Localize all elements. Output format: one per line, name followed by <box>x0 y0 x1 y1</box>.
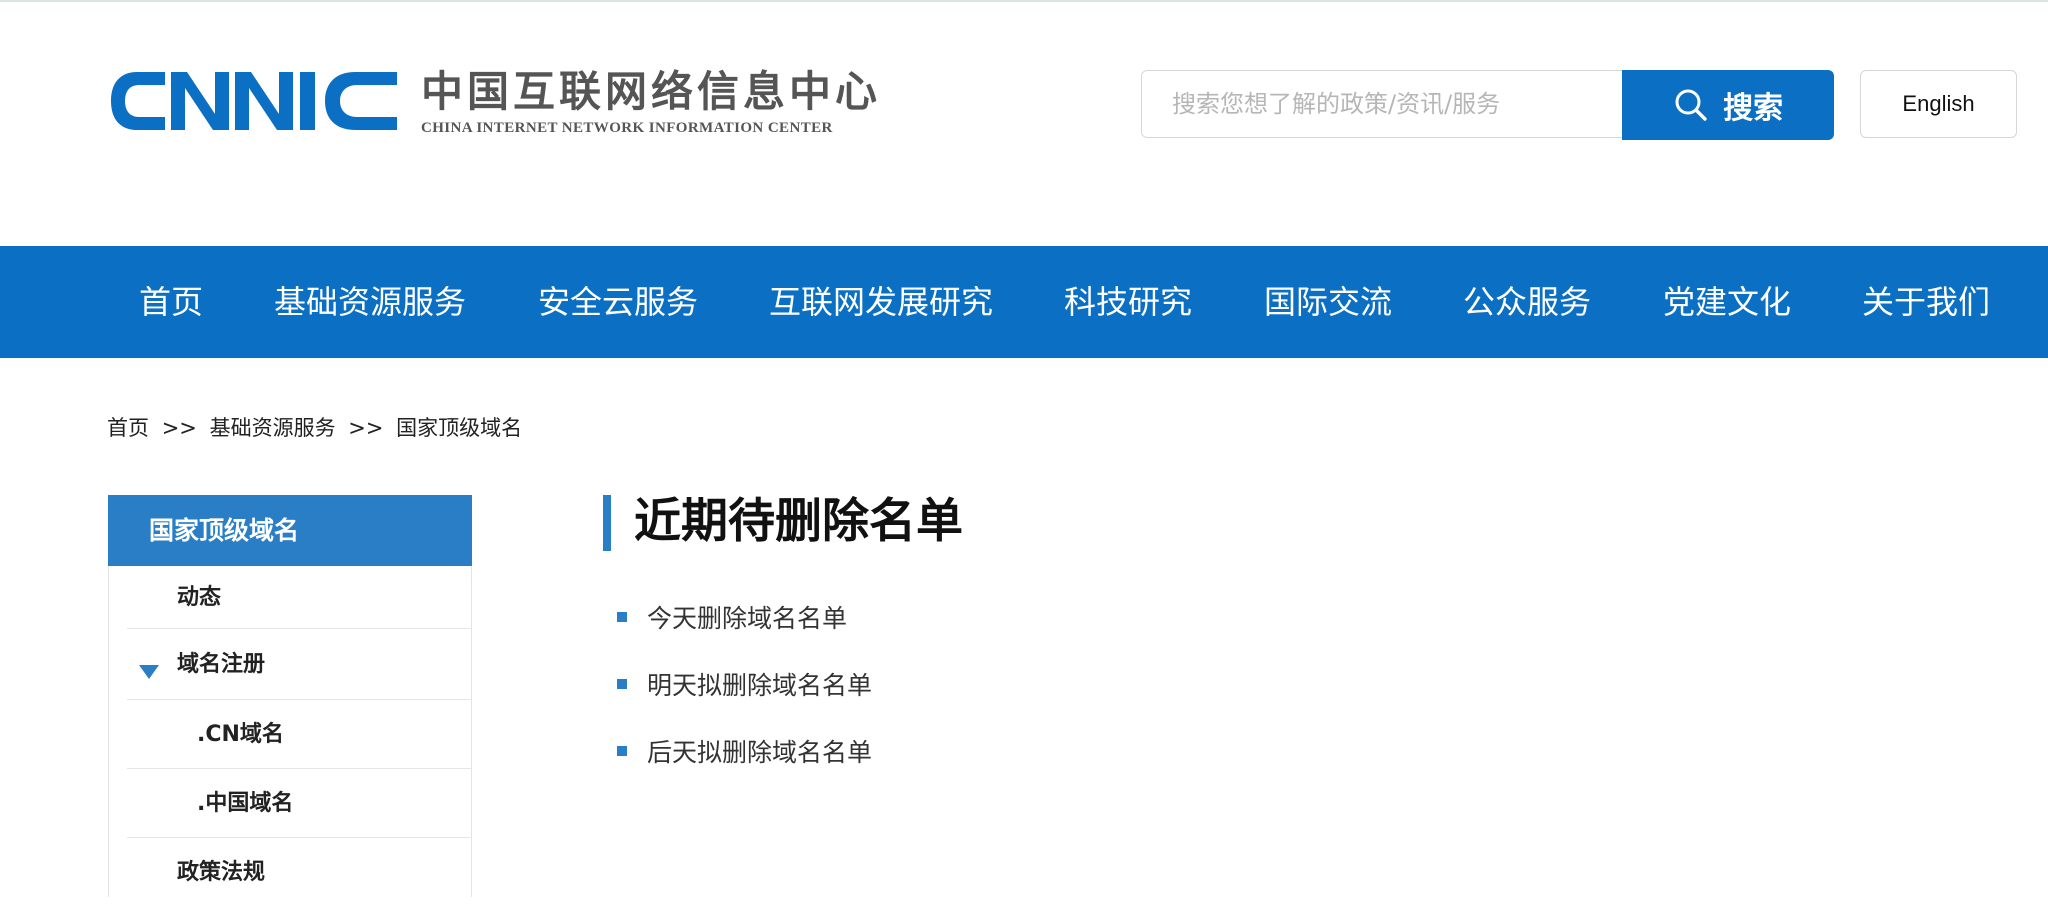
main-nav: 首页 基础资源服务 安全云服务 互联网发展研究 科技研究 国际交流 公众服务 党… <box>0 246 2048 358</box>
breadcrumb-separator: >> <box>348 416 384 440</box>
link-tomorrow-deletion[interactable]: 明天拟删除域名名单 <box>647 666 872 702</box>
nav-item-international[interactable]: 国际交流 <box>1264 246 1392 358</box>
title-accent-bar <box>603 495 611 551</box>
breadcrumb-basic-resources[interactable]: 基础资源服务 <box>210 416 336 440</box>
nav-item-party-culture[interactable]: 党建文化 <box>1663 246 1791 358</box>
breadcrumb-separator: >> <box>161 416 197 440</box>
breadcrumb-home[interactable]: 首页 <box>107 416 149 440</box>
search-bar: 搜索 <box>1141 70 1834 140</box>
triangle-down-icon <box>139 665 159 679</box>
logo-text: 中国互联网络信息中心 CHINA INTERNET NETWORK INFORM… <box>421 68 941 137</box>
sidebar-item-chinese-domain[interactable]: .中国域名 <box>127 769 472 838</box>
link-today-deletion[interactable]: 今天删除域名名单 <box>647 599 847 635</box>
square-bullet-icon <box>617 746 627 756</box>
breadcrumb-current[interactable]: 国家顶级域名 <box>396 416 522 440</box>
site-logo[interactable]: 中国互联网络信息中心 CHINA INTERNET NETWORK INFORM… <box>107 66 877 136</box>
site-header: 中国互联网络信息中心 CHINA INTERNET NETWORK INFORM… <box>0 0 2048 246</box>
sidebar-heading[interactable]: 国家顶级域名 <box>108 495 472 566</box>
sidebar-item-cn-domain[interactable]: .CN域名 <box>127 700 472 769</box>
nav-item-home[interactable]: 首页 <box>139 246 203 358</box>
logo-english-name: CHINA INTERNET NETWORK INFORMATION CENTE… <box>421 120 833 136</box>
list-item[interactable]: 明天拟删除域名名单 <box>617 666 872 702</box>
nav-item-about-us[interactable]: 关于我们 <box>1862 246 1990 358</box>
list-item[interactable]: 今天删除域名名单 <box>617 599 847 635</box>
list-item[interactable]: 后天拟删除域名名单 <box>617 733 872 769</box>
english-language-button[interactable]: English <box>1860 70 2017 138</box>
sidebar: 国家顶级域名 动态 域名注册 .CN域名 .中国域名 政策法规 <box>108 495 472 897</box>
breadcrumb: 首页 >> 基础资源服务 >> 国家顶级域名 <box>107 412 528 442</box>
sidebar-item-news[interactable]: 动态 <box>127 567 472 629</box>
search-button-label: 搜索 <box>1723 91 1784 126</box>
sidebar-item-domain-registration[interactable]: 域名注册 <box>127 629 472 700</box>
search-button[interactable]: 搜索 <box>1622 70 1834 140</box>
search-icon <box>1675 89 1707 121</box>
page-title: 近期待删除名单 <box>634 494 963 549</box>
link-day-after-deletion[interactable]: 后天拟删除域名名单 <box>647 733 872 769</box>
nav-item-public-service[interactable]: 公众服务 <box>1463 246 1591 358</box>
cnnic-logo-mark <box>111 72 397 130</box>
search-input[interactable] <box>1141 70 1623 138</box>
square-bullet-icon <box>617 679 627 689</box>
logo-chinese-name: 中国互联网络信息中心 <box>421 67 882 116</box>
nav-item-security-cloud[interactable]: 安全云服务 <box>538 246 698 358</box>
nav-item-basic-resources[interactable]: 基础资源服务 <box>274 246 466 358</box>
nav-item-internet-research[interactable]: 互联网发展研究 <box>769 246 993 358</box>
nav-item-tech-research[interactable]: 科技研究 <box>1064 246 1192 358</box>
square-bullet-icon <box>617 612 627 622</box>
